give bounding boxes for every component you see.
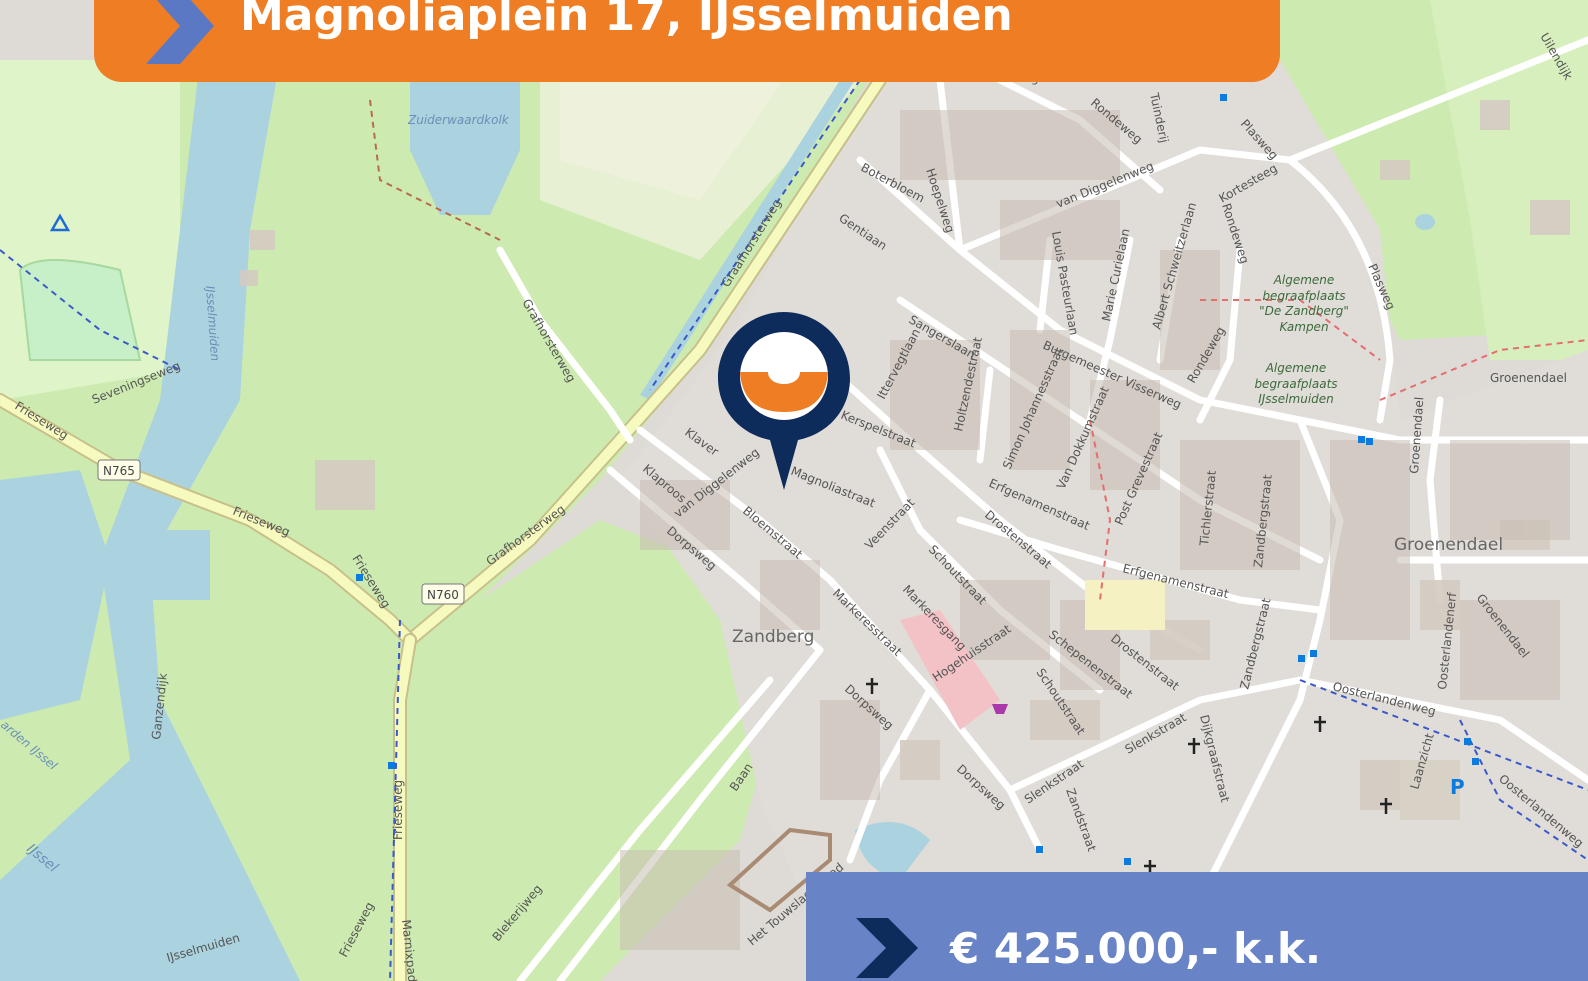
water-label: Zuiderwaardkolk — [407, 113, 510, 127]
svg-text:N765: N765 — [103, 464, 135, 478]
cemetery-label: Algemene — [1273, 273, 1335, 287]
cemetery-label: Kampen — [1279, 320, 1328, 334]
chevron-right-icon — [146, 0, 214, 64]
address-banner: Magnoliaplein 17, IJsselmuiden — [94, 0, 1280, 82]
cemetery-label: begraafplaats — [1254, 377, 1337, 391]
location-pin-icon[interactable] — [716, 310, 852, 490]
cemetery-label: Algemene — [1265, 361, 1327, 375]
svg-text:P: P — [1450, 775, 1465, 799]
road-label: Groenendael — [1490, 371, 1567, 385]
place-label-groenendael: Groenendael — [1394, 535, 1503, 555]
road-label: Frieseweg — [391, 780, 405, 840]
place-label-zandberg: Zandberg — [732, 627, 814, 647]
road-shield-n765: N765 — [97, 459, 141, 481]
svg-text:N760: N760 — [427, 588, 459, 602]
cemetery-label: begraafplaats — [1262, 289, 1345, 303]
chevron-right-icon — [856, 918, 918, 978]
map[interactable]: Graafhorsterweg Grafhorsterweg Grafhorst… — [0, 0, 1588, 981]
address-title: Magnoliaplein 17, IJsselmuiden — [240, 0, 1013, 41]
price-label: € 425.000,- k.k. — [950, 924, 1321, 973]
price-banner: € 425.000,- k.k. — [806, 872, 1588, 981]
cemetery-label: "De Zandberg" — [1259, 304, 1349, 318]
cemetery-label: IJsselmuiden — [1258, 392, 1334, 406]
road-shield-n760: N760 — [421, 583, 465, 605]
parking-icon: P — [1450, 775, 1465, 799]
